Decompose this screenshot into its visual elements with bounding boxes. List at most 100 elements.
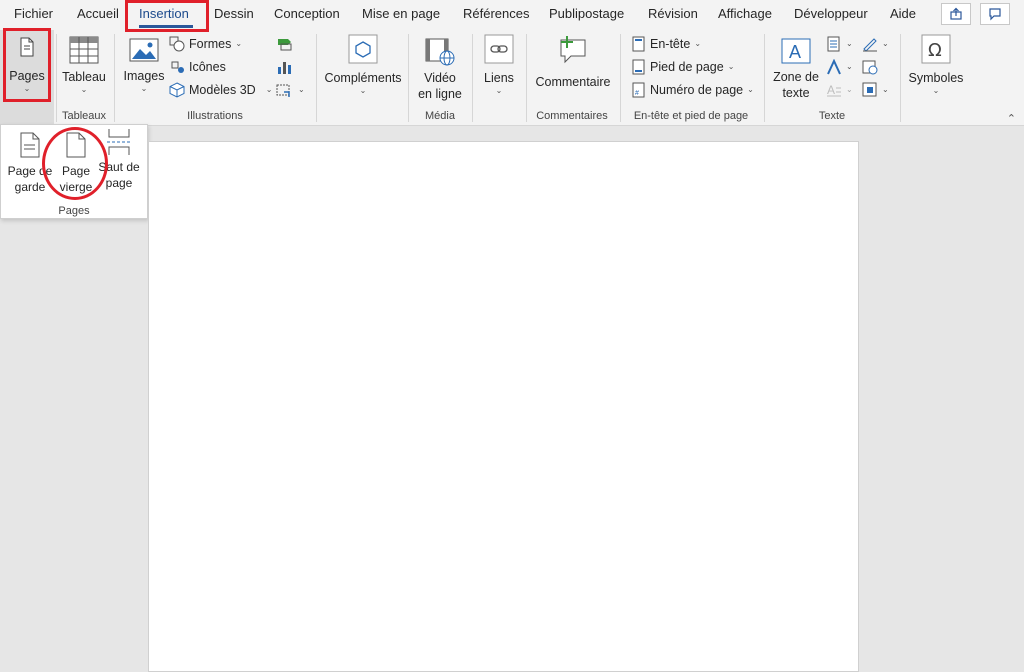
- tab-dessin[interactable]: Dessin: [214, 6, 254, 21]
- share-icon: [950, 7, 962, 20]
- group-label-pages: Pages: [58, 205, 90, 217]
- tab-affichage[interactable]: Affichage: [718, 6, 772, 21]
- smartart-button[interactable]: [276, 36, 294, 52]
- active-tab-indicator: [139, 25, 193, 28]
- numero-de-page-button[interactable]: # Numéro de page ⌄: [632, 82, 754, 98]
- tab-accueil[interactable]: Accueil: [77, 6, 119, 21]
- page-break-icon: [107, 129, 131, 155]
- wordart-button[interactable]: ⌄: [826, 59, 853, 75]
- tab-conception[interactable]: Conception: [274, 6, 340, 21]
- tab-references[interactable]: Références: [463, 6, 529, 21]
- date-time-button[interactable]: [862, 59, 878, 75]
- chevron-down-icon: ⌄: [882, 85, 889, 94]
- en-tete-button[interactable]: En-tête ⌄: [632, 36, 701, 52]
- zone-de-texte-button[interactable]: A Zone de texte: [772, 38, 820, 101]
- online-video-icon: [425, 38, 455, 66]
- chevron-down-icon: ⌄: [265, 85, 273, 94]
- tableau-button[interactable]: Tableau ⌄: [62, 36, 106, 95]
- new-comment-icon: [560, 36, 586, 64]
- table-icon: [69, 36, 99, 64]
- document-page[interactable]: [148, 141, 859, 672]
- symboles-label: Symboles: [908, 71, 964, 85]
- separator: [764, 34, 765, 122]
- complements-label: Compléments: [324, 71, 402, 85]
- tab-fichier[interactable]: Fichier: [14, 6, 53, 21]
- liens-button[interactable]: Liens ⌄: [478, 34, 520, 96]
- cover-page-icon: [20, 132, 40, 158]
- signature-line-button[interactable]: ⌄: [862, 36, 889, 52]
- group-label-tableaux: Tableaux: [61, 110, 107, 122]
- commentaire-button[interactable]: Commentaire: [532, 34, 614, 90]
- separator: [56, 34, 57, 122]
- tableau-label: Tableau: [62, 70, 106, 84]
- drop-cap-button[interactable]: A ⌄: [826, 82, 853, 98]
- comments-button[interactable]: [980, 3, 1010, 25]
- group-label-media: Média: [425, 110, 455, 122]
- commentaire-label: Commentaire: [535, 75, 611, 89]
- images-label: Images: [123, 69, 165, 83]
- quick-parts-button[interactable]: ⌄: [826, 36, 853, 52]
- page-vierge-line2: vierge: [59, 180, 93, 194]
- page-de-garde-button[interactable]: Page de garde: [7, 131, 53, 195]
- image-icon: [129, 38, 159, 62]
- chevron-down-icon: ⌄: [235, 39, 243, 48]
- screenshot-icon: [276, 84, 290, 97]
- formes-label: Formes: [189, 37, 232, 51]
- quick-parts-icon: [827, 36, 840, 52]
- saut-de-page-button[interactable]: Saut de page: [97, 127, 141, 191]
- svg-text:A: A: [827, 83, 835, 97]
- video-en-ligne-button[interactable]: Vidéo en ligne: [414, 38, 466, 102]
- drop-cap-icon: A: [827, 83, 841, 97]
- text-box-icon: A: [781, 38, 811, 64]
- numero-de-page-label: Numéro de page: [650, 83, 744, 97]
- separator: [316, 34, 317, 122]
- object-button[interactable]: ⌄: [862, 82, 889, 98]
- pages-button[interactable]: Pages ⌄: [8, 36, 46, 94]
- pages-icon: [20, 37, 34, 57]
- tab-publipostage[interactable]: Publipostage: [549, 6, 624, 21]
- signature-icon: [863, 38, 877, 52]
- complements-button[interactable]: Compléments ⌄: [322, 34, 404, 96]
- pages-label: Pages: [9, 69, 45, 83]
- images-button[interactable]: Images ⌄: [122, 38, 166, 94]
- formes-button[interactable]: Formes ⌄: [169, 36, 242, 52]
- chevron-down-icon: ⌄: [747, 85, 754, 94]
- tab-revision[interactable]: Révision: [648, 6, 698, 21]
- page-vierge-line1: Page: [61, 164, 91, 178]
- collapse-ribbon-icon[interactable]: ⌃: [1007, 112, 1016, 125]
- svg-text:#: #: [635, 90, 639, 97]
- footer-icon: [632, 59, 645, 75]
- chevron-down-icon: ⌄: [359, 86, 367, 95]
- symboles-button[interactable]: Ω Symboles ⌄: [906, 34, 966, 96]
- modeles-3d-button[interactable]: Modèles 3D ⌄: [169, 82, 272, 98]
- chevron-down-icon: ⌄: [140, 84, 148, 93]
- header-icon: [632, 36, 645, 52]
- omega-icon: Ω: [921, 34, 951, 64]
- separator: [472, 34, 473, 122]
- zone-de-texte-line1: Zone de: [773, 70, 819, 84]
- page-vierge-button[interactable]: Page vierge: [55, 131, 97, 195]
- tab-mise-en-page[interactable]: Mise en page: [362, 6, 440, 21]
- share-button[interactable]: [941, 3, 971, 25]
- chart-button[interactable]: [276, 59, 294, 75]
- page-number-icon: #: [632, 82, 645, 98]
- group-label-commentaires: Commentaires: [536, 110, 608, 122]
- tab-developpeur[interactable]: Développeur: [794, 6, 868, 21]
- pages-dropdown: Page de garde Page vierge Saut de page P…: [0, 124, 148, 219]
- icones-button[interactable]: Icônes: [169, 59, 226, 75]
- chevron-down-icon: ⌄: [846, 85, 853, 94]
- separator: [526, 34, 527, 122]
- pied-de-page-button[interactable]: Pied de page ⌄: [632, 59, 734, 75]
- cube-3d-icon: [169, 82, 185, 98]
- page-de-garde-line1: Page de: [7, 164, 53, 178]
- link-icon: [484, 34, 514, 64]
- screenshot-button[interactable]: ⌄: [276, 82, 305, 98]
- tab-insertion[interactable]: Insertion: [139, 6, 189, 21]
- separator: [408, 34, 409, 122]
- chevron-down-icon: ⌄: [727, 62, 735, 71]
- tab-aide[interactable]: Aide: [890, 6, 916, 21]
- chevron-down-icon: ⌄: [495, 86, 503, 95]
- chevron-down-icon: ⌄: [882, 39, 889, 48]
- object-icon: [862, 82, 877, 97]
- svg-text:Ω: Ω: [928, 40, 942, 61]
